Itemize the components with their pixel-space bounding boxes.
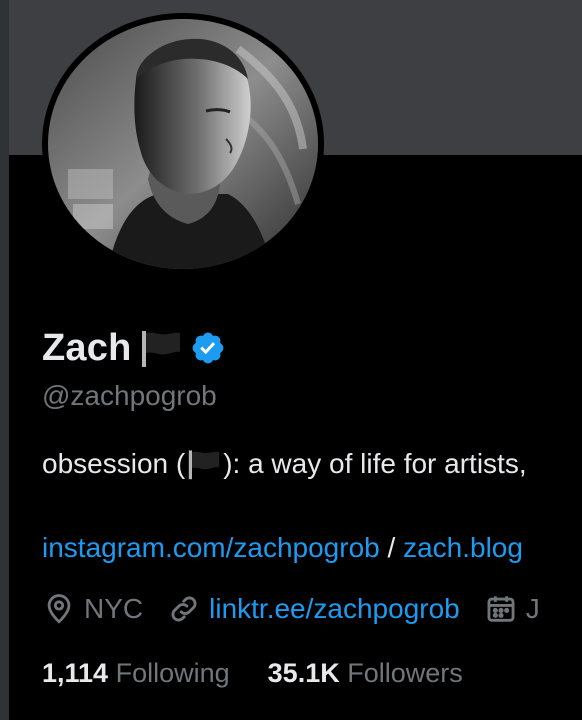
instagram-link[interactable]: instagram.com/zachpogrob [42,532,380,563]
profile-name-row: Zach [42,320,226,376]
bio-links: instagram.com/zachpogrob / zach.blog [42,532,523,564]
following-stat[interactable]: 1,114 Following [42,658,230,689]
followers-label: Followers [347,658,463,688]
location-item: NYC [42,592,143,626]
link-icon [167,592,201,626]
profile-meta: NYC linktr.ee/zachpogrob J [42,592,564,626]
location-text: NYC [84,593,144,624]
left-edge-divider [0,0,9,720]
profile-bio: obsession ( ): a way of life for artists… [42,448,527,480]
joined-text: J [525,593,540,624]
followers-count: 35.1K [267,658,340,688]
black-flag-icon [187,448,221,480]
avatar-photo [48,19,318,269]
avatar-portrait-image [48,19,318,269]
black-flag-icon [140,328,182,368]
profile-name: Zach [42,326,132,369]
calendar-icon [484,592,518,626]
profile-handle: @zachpogrob [42,380,217,411]
following-count: 1,114 [42,658,109,688]
location-pin-icon [42,592,76,626]
bio-text-suffix: ): a way of life for artists, [223,448,527,479]
website-link[interactable]: linktr.ee/zachpogrob [209,593,460,625]
following-label: Following [115,658,230,688]
joined-item: J [484,592,540,626]
bio-text-prefix: obsession ( [42,448,186,479]
followers-stat[interactable]: 35.1K Followers [268,658,463,689]
website-item: linktr.ee/zachpogrob [167,592,460,626]
link-separator: / [379,532,404,563]
avatar[interactable] [42,13,324,275]
verified-badge-icon[interactable] [190,330,226,366]
blog-link[interactable]: zach.blog [403,532,523,563]
follow-stats: 1,114 Following 35.1K Followers [42,658,463,689]
